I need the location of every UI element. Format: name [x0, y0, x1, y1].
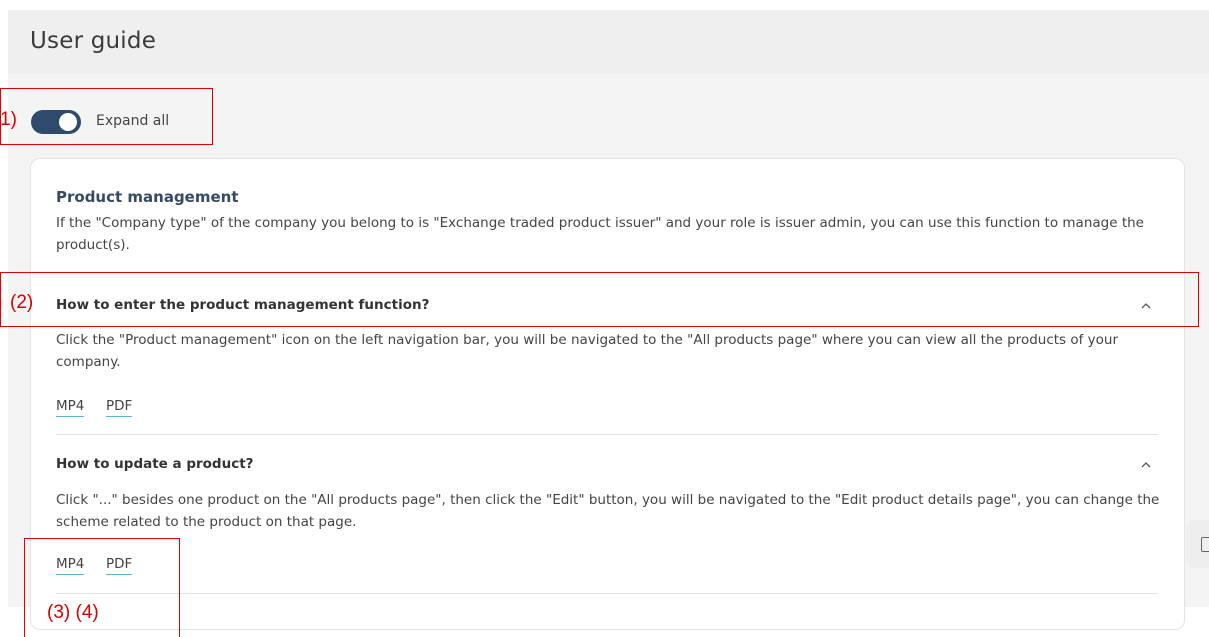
section-description: If the "Company type" of the company you…: [56, 215, 1144, 253]
annotation-label-2: (2): [10, 292, 34, 313]
annotation-label-1: 1): [0, 109, 17, 130]
divider: [56, 434, 1158, 435]
side-panel-tab[interactable]: [1186, 520, 1209, 568]
faq-answer-2: Click "..." besides one product on the "…: [56, 492, 1160, 530]
mp4-link[interactable]: MP4: [56, 398, 85, 417]
section-title: Product management: [56, 188, 239, 206]
divider: [56, 593, 1158, 594]
page-header: [8, 10, 1209, 74]
annotation-box-1: [0, 88, 213, 145]
chevron-up-icon[interactable]: [1140, 459, 1152, 471]
annotation-label-3: (3) (4): [47, 602, 99, 623]
page-title: User guide: [30, 28, 157, 54]
annotation-box-2: [0, 272, 1199, 327]
panel-icon: [1201, 537, 1209, 552]
pdf-link[interactable]: PDF: [106, 398, 133, 417]
faq-question-2[interactable]: How to update a product?: [56, 456, 254, 472]
faq-answer-1: Click the "Product management" icon on t…: [56, 332, 1119, 370]
